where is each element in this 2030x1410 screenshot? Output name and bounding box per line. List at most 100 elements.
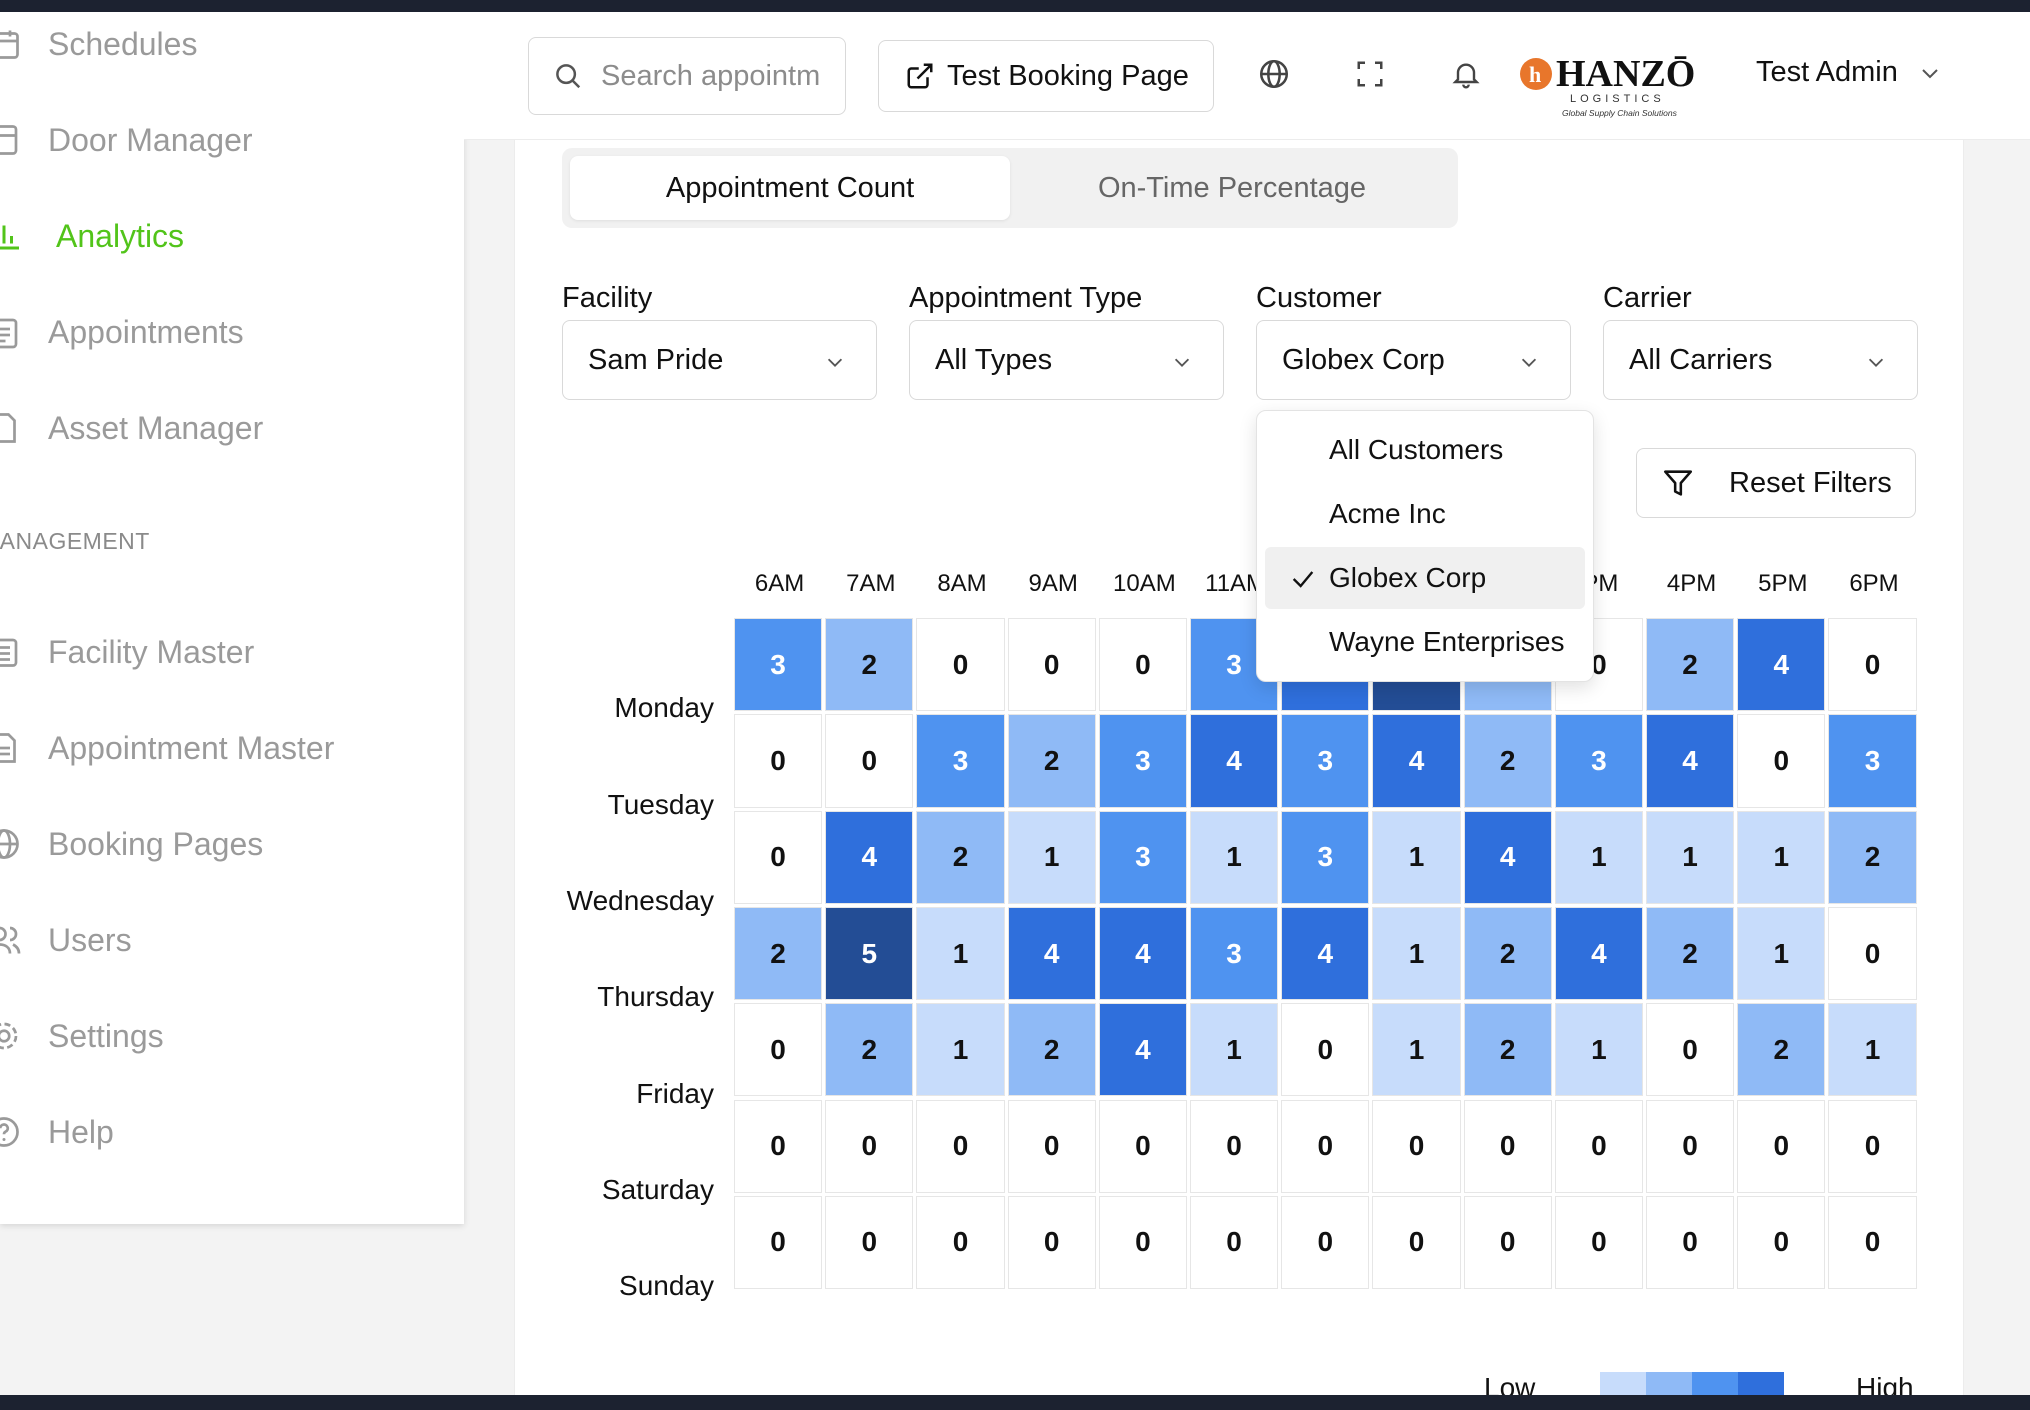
heatmap-cell[interactable]: 0 xyxy=(1190,1099,1279,1193)
heatmap-cell[interactable]: 0 xyxy=(916,618,1005,712)
heatmap-cell[interactable]: 4 xyxy=(1646,714,1735,808)
heatmap-cell[interactable]: 3 xyxy=(1098,810,1187,904)
heatmap-cell[interactable]: 4 xyxy=(1190,714,1279,808)
heatmap-cell[interactable]: 0 xyxy=(1463,1195,1552,1290)
heatmap-cell[interactable]: 2 xyxy=(1828,810,1917,904)
heatmap-cell[interactable]: 2 xyxy=(1007,1003,1096,1097)
heatmap-cell[interactable]: 3 xyxy=(734,618,823,712)
heatmap-cell[interactable]: 1 xyxy=(1372,1003,1461,1097)
heatmap-cell[interactable]: 3 xyxy=(1098,714,1187,808)
heatmap-cell[interactable]: 2 xyxy=(1737,1003,1826,1097)
heatmap-cell[interactable]: 0 xyxy=(1372,1099,1461,1193)
heatmap-cell[interactable]: 2 xyxy=(1463,906,1552,1001)
heatmap-cell[interactable]: 4 xyxy=(1098,1003,1187,1097)
heatmap-cell[interactable]: 5 xyxy=(825,906,914,1001)
heatmap-cell[interactable]: 0 xyxy=(916,1099,1005,1193)
appointment-type-select[interactable]: All Types xyxy=(909,320,1224,400)
heatmap-cell[interactable]: 1 xyxy=(1554,1003,1643,1097)
heatmap-cell[interactable]: 0 xyxy=(1281,1003,1370,1097)
customer-option-all-customers[interactable]: All Customers xyxy=(1265,419,1585,481)
heatmap-cell[interactable]: 4 xyxy=(1098,906,1187,1001)
heatmap-cell[interactable]: 0 xyxy=(734,1195,823,1290)
heatmap-cell[interactable]: 2 xyxy=(1463,1003,1552,1097)
heatmap-cell[interactable]: 3 xyxy=(1281,714,1370,808)
heatmap-cell[interactable]: 2 xyxy=(825,1003,914,1097)
heatmap-cell[interactable]: 4 xyxy=(1007,906,1096,1001)
heatmap-cell[interactable]: 0 xyxy=(825,1195,914,1290)
heatmap-cell[interactable]: 0 xyxy=(825,1099,914,1193)
heatmap-cell[interactable]: 2 xyxy=(734,906,823,1001)
heatmap-cell[interactable]: 0 xyxy=(1646,1195,1735,1290)
heatmap-cell[interactable]: 1 xyxy=(1646,810,1735,904)
heatmap-cell[interactable]: 3 xyxy=(1281,810,1370,904)
heatmap-cell[interactable]: 3 xyxy=(916,714,1005,808)
heatmap-cell[interactable]: 3 xyxy=(1828,714,1917,808)
heatmap-cell[interactable]: 4 xyxy=(1737,618,1826,712)
heatmap-cell[interactable]: 0 xyxy=(734,810,823,904)
heatmap-cell[interactable]: 1 xyxy=(916,1003,1005,1097)
carrier-select[interactable]: All Carriers xyxy=(1603,320,1918,400)
heatmap-cell[interactable]: 1 xyxy=(1372,906,1461,1001)
heatmap-cell[interactable]: 0 xyxy=(1007,1099,1096,1193)
fullscreen-button[interactable] xyxy=(1350,54,1390,94)
heatmap-cell[interactable]: 3 xyxy=(1190,906,1279,1001)
heatmap-cell[interactable]: 1 xyxy=(1737,906,1826,1001)
heatmap-cell[interactable]: 0 xyxy=(1737,714,1826,808)
heatmap-cell[interactable]: 0 xyxy=(1463,1099,1552,1193)
heatmap-cell[interactable]: 1 xyxy=(916,906,1005,1001)
heatmap-cell[interactable]: 0 xyxy=(734,1099,823,1193)
heatmap-cell[interactable]: 0 xyxy=(916,1195,1005,1290)
heatmap-cell[interactable]: 0 xyxy=(1828,1099,1917,1193)
heatmap-cell[interactable]: 1 xyxy=(1007,810,1096,904)
heatmap-cell[interactable]: 0 xyxy=(1828,1195,1917,1290)
heatmap-cell[interactable]: 4 xyxy=(1463,810,1552,904)
customer-option-wayne-enterprises[interactable]: Wayne Enterprises xyxy=(1265,611,1585,673)
heatmap-cell[interactable]: 0 xyxy=(1737,1195,1826,1290)
heatmap-cell[interactable]: 2 xyxy=(1463,714,1552,808)
customer-select[interactable]: Globex Corp xyxy=(1256,320,1571,400)
heatmap-cell[interactable]: 4 xyxy=(1281,906,1370,1001)
customer-option-globex-corp[interactable]: Globex Corp xyxy=(1265,547,1585,609)
heatmap-cell[interactable]: 2 xyxy=(1646,618,1735,712)
heatmap-cell[interactable]: 0 xyxy=(1190,1195,1279,1290)
heatmap-cell[interactable]: 0 xyxy=(1007,618,1096,712)
heatmap-cell[interactable]: 0 xyxy=(1554,1195,1643,1290)
customer-option-acme-inc[interactable]: Acme Inc xyxy=(1265,483,1585,545)
heatmap-cell[interactable]: 1 xyxy=(1554,810,1643,904)
reset-filters-button[interactable]: Reset Filters xyxy=(1636,448,1916,518)
search-box[interactable] xyxy=(528,37,846,115)
heatmap-cell[interactable]: 3 xyxy=(1554,714,1643,808)
heatmap-cell[interactable]: 0 xyxy=(1372,1195,1461,1290)
heatmap-cell[interactable]: 0 xyxy=(1281,1195,1370,1290)
heatmap-cell[interactable]: 0 xyxy=(825,714,914,808)
heatmap-cell[interactable]: 0 xyxy=(1646,1099,1735,1193)
test-booking-page-button[interactable]: Test Booking Page xyxy=(878,40,1214,112)
heatmap-cell[interactable]: 1 xyxy=(1828,1003,1917,1097)
heatmap-cell[interactable]: 2 xyxy=(1646,906,1735,1001)
heatmap-cell[interactable]: 0 xyxy=(1007,1195,1096,1290)
heatmap-cell[interactable]: 0 xyxy=(734,714,823,808)
heatmap-cell[interactable]: 0 xyxy=(1098,1195,1187,1290)
heatmap-cell[interactable]: 4 xyxy=(825,810,914,904)
heatmap-cell[interactable]: 0 xyxy=(1828,906,1917,1001)
heatmap-cell[interactable]: 1 xyxy=(1190,810,1279,904)
heatmap-cell[interactable]: 0 xyxy=(1098,618,1187,712)
search-input[interactable] xyxy=(601,59,821,93)
facility-select[interactable]: Sam Pride xyxy=(562,320,877,400)
heatmap-cell[interactable]: 0 xyxy=(1737,1099,1826,1193)
heatmap-cell[interactable]: 0 xyxy=(1828,618,1917,712)
heatmap-cell[interactable]: 0 xyxy=(734,1003,823,1097)
tab-appointment-count[interactable]: Appointment Count xyxy=(570,156,1010,220)
heatmap-cell[interactable]: 0 xyxy=(1646,1003,1735,1097)
heatmap-cell[interactable]: 0 xyxy=(1281,1099,1370,1193)
tab-on-time-percentage[interactable]: On-Time Percentage xyxy=(1012,156,1452,220)
heatmap-cell[interactable]: 0 xyxy=(1098,1099,1187,1193)
heatmap-cell[interactable]: 2 xyxy=(1007,714,1096,808)
notifications-button[interactable] xyxy=(1446,54,1486,94)
language-button[interactable] xyxy=(1254,54,1294,94)
heatmap-cell[interactable]: 4 xyxy=(1372,714,1461,808)
heatmap-cell[interactable]: 2 xyxy=(825,618,914,712)
heatmap-cell[interactable]: 1 xyxy=(1190,1003,1279,1097)
heatmap-cell[interactable]: 0 xyxy=(1554,1099,1643,1193)
user-menu[interactable]: Test Admin xyxy=(1756,56,1942,89)
